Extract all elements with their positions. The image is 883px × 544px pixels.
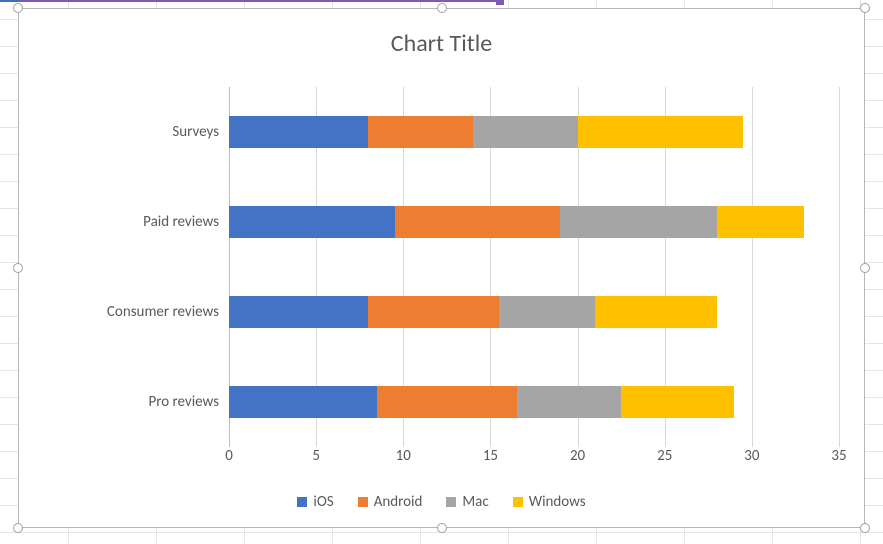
x-tick-label: 30: [744, 447, 759, 465]
legend-label: iOS: [313, 493, 333, 511]
chart-object[interactable]: Chart Title Surveys Paid reviews Consumer …: [18, 8, 865, 528]
bar-segment-windows[interactable]: [621, 386, 734, 418]
legend-label: Android: [374, 493, 423, 511]
y-tick-label: Consumer reviews: [19, 303, 219, 321]
x-tick-label: 15: [483, 447, 498, 465]
y-tick-label: Pro reviews: [19, 393, 219, 411]
bar-segment-mac[interactable]: [473, 116, 578, 148]
legend-item-mac[interactable]: Mac: [446, 493, 488, 511]
x-tick-label: 35: [831, 447, 846, 465]
bar-segment-ios[interactable]: [229, 296, 368, 328]
bar-group[interactable]: [229, 206, 804, 238]
legend-item-windows[interactable]: Windows: [513, 493, 586, 511]
legend-label: Mac: [462, 493, 488, 511]
sheet-selection-marker: [20, 0, 500, 2]
y-tick-label: Paid reviews: [19, 213, 219, 231]
legend-item-ios[interactable]: iOS: [297, 493, 333, 511]
bar-group[interactable]: [229, 116, 743, 148]
legend-swatch: [513, 497, 523, 507]
x-axis-labels: 05101520253035: [229, 447, 839, 471]
resize-handle-nw[interactable]: [13, 3, 23, 13]
bar-group[interactable]: [229, 296, 717, 328]
legend-swatch: [446, 497, 456, 507]
bar-segment-android[interactable]: [395, 206, 561, 238]
resize-handle-sw[interactable]: [13, 523, 23, 533]
resize-handle-e[interactable]: [860, 263, 870, 273]
bar-segment-android[interactable]: [368, 296, 499, 328]
bar-segment-mac[interactable]: [499, 296, 595, 328]
x-tick-label: 5: [312, 447, 320, 465]
resize-handle-n[interactable]: [437, 3, 447, 13]
bar-segment-windows[interactable]: [595, 296, 717, 328]
legend-swatch: [297, 497, 307, 507]
bar-segment-windows[interactable]: [717, 206, 804, 238]
legend-label: Windows: [529, 493, 586, 511]
resize-handle-ne[interactable]: [860, 3, 870, 13]
chart-title[interactable]: Chart Title: [19, 29, 864, 58]
bar-segment-android[interactable]: [377, 386, 516, 418]
sheet-selection-marker: [0, 0, 20, 2]
legend-swatch: [358, 497, 368, 507]
resize-handle-se[interactable]: [860, 523, 870, 533]
x-tick-label: 25: [657, 447, 672, 465]
bar-segment-ios[interactable]: [229, 386, 377, 418]
legend-item-android[interactable]: Android: [358, 493, 423, 511]
bar-segment-mac[interactable]: [560, 206, 717, 238]
resize-handle-s[interactable]: [437, 523, 447, 533]
bar-segment-ios[interactable]: [229, 116, 368, 148]
bar-segment-mac[interactable]: [517, 386, 622, 418]
x-tick-label: 20: [570, 447, 585, 465]
bar-segment-windows[interactable]: [578, 116, 744, 148]
legend[interactable]: iOS Android Mac Windows: [19, 493, 864, 511]
y-tick-label: Surveys: [19, 123, 219, 141]
y-axis-labels: Surveys Paid reviews Consumer reviews Pro r…: [19, 87, 219, 447]
bar-group[interactable]: [229, 386, 734, 418]
bar-segment-android[interactable]: [368, 116, 473, 148]
bar-segment-ios[interactable]: [229, 206, 395, 238]
x-tick-label: 0: [225, 447, 233, 465]
plot-area[interactable]: [229, 87, 839, 447]
x-tick-label: 10: [396, 447, 411, 465]
gridline: [839, 87, 840, 447]
bars-layer: [229, 87, 839, 447]
